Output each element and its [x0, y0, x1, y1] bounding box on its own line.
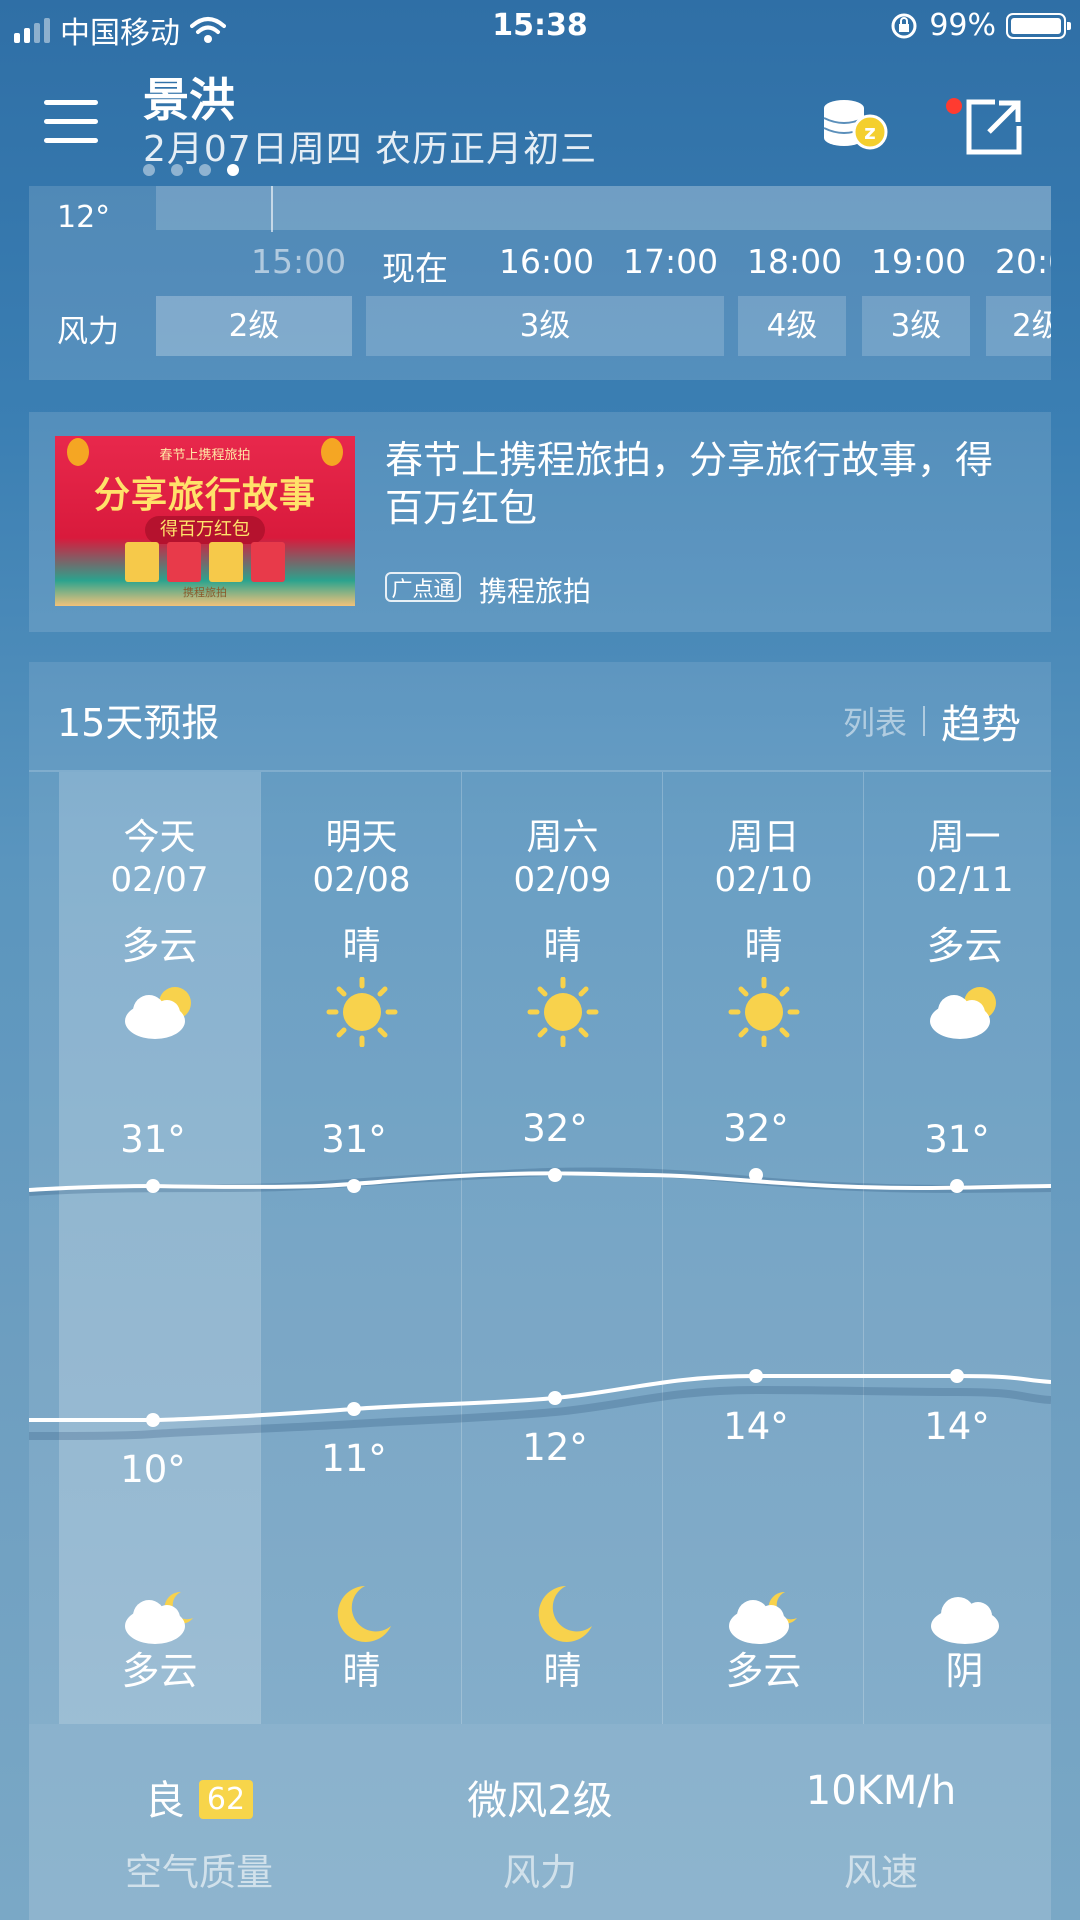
wind-speed-value: 10KM/h — [805, 1768, 957, 1814]
menu-button[interactable] — [44, 100, 98, 144]
weather-stats: 良 62 空气质量 微风2级 风力 10KM/h 风速 — [29, 1724, 1051, 1920]
svg-text:z: z — [864, 120, 876, 144]
red-envelope-icon — [251, 542, 285, 582]
ad-image-caption: 春节上携程旅拍 — [159, 448, 251, 463]
low-temp-point — [749, 1369, 763, 1383]
ad-source: 携程旅拍 — [479, 575, 592, 608]
ad-badge: 广点通 — [385, 572, 461, 602]
hourly-time: 19:00 — [871, 242, 967, 281]
low-temp-label: 10° — [120, 1448, 186, 1491]
wind-segment: 2级 — [986, 296, 1051, 356]
high-temp-label: 31° — [120, 1118, 186, 1161]
wind-segment: 2级 — [156, 296, 352, 356]
ad-image[interactable]: 春节上携程旅拍 分享旅行故事 得百万红包 携程旅拍 — [55, 436, 355, 606]
low-temp-point — [548, 1391, 562, 1405]
hourly-temp-label: 12° — [57, 200, 111, 235]
wind-value: 微风2级 — [467, 1778, 613, 1824]
wind-segment: 3级 — [366, 296, 724, 356]
battery-percent: 99% — [929, 8, 996, 43]
header: 景洪 2月07日周四 农历正月初三 z — [0, 56, 1080, 186]
air-quality-label: 空气质量 — [125, 1851, 273, 1894]
low-temp-label: 14° — [723, 1405, 789, 1448]
low-temp-point — [950, 1369, 964, 1383]
wind-label: 风力 — [57, 314, 119, 350]
wind-label: 风力 — [503, 1851, 577, 1894]
ad-banner[interactable]: 春节上携程旅拍 分享旅行故事 得百万红包 携程旅拍 春节上携程旅拍，分享旅行故事… — [29, 412, 1051, 632]
high-temp-point — [950, 1179, 964, 1193]
hourly-time: 18:00 — [747, 242, 843, 281]
low-temp-point — [347, 1402, 361, 1416]
air-quality-level: 良 — [144, 1778, 185, 1824]
low-temp-label: 14° — [924, 1405, 990, 1448]
high-temp-label: 32° — [522, 1107, 588, 1150]
page-dot — [199, 164, 211, 176]
high-temp-point — [146, 1179, 160, 1193]
high-temp-point — [347, 1179, 361, 1193]
high-temp-point — [548, 1168, 562, 1182]
ad-image-brand: 携程旅拍 — [183, 586, 227, 599]
low-temp-label: 12° — [522, 1426, 588, 1469]
high-temp-label: 32° — [723, 1107, 789, 1150]
notification-dot — [946, 98, 962, 114]
air-quality-value: 良 62 — [29, 1768, 369, 1826]
high-temp-point — [749, 1168, 763, 1182]
high-temp-label: 31° — [321, 1118, 387, 1161]
ad-image-subline: 得百万红包 — [145, 516, 265, 544]
low-temp-point — [146, 1413, 160, 1427]
hourly-time: 17:00 — [623, 242, 719, 281]
page-dot — [143, 164, 155, 176]
hourly-time: 15:00 — [251, 242, 347, 281]
ad-text[interactable]: 春节上携程旅拍，分享旅行故事，得百万红包 — [385, 436, 1025, 532]
aqi-badge: 62 — [198, 1779, 254, 1819]
wind-segment: 4级 — [738, 296, 846, 356]
red-envelope-icon — [125, 542, 159, 582]
hourly-time: 20:0 — [995, 242, 1051, 281]
hourly-time: 16:00 — [499, 242, 595, 281]
red-envelope-icon — [167, 542, 201, 582]
hourly-time: 现在 — [382, 249, 448, 288]
page-indicator — [143, 164, 239, 176]
high-temp-label: 31° — [924, 1118, 990, 1161]
ad-image-headline: 分享旅行故事 — [93, 475, 316, 516]
status-right: 99% — [889, 8, 1071, 43]
wind-speed-label: 风速 — [844, 1851, 918, 1894]
forecast-card: 15天预报 列表 趋势 今天 02/07 多云 多云 明天 02/08 晴 晴 … — [29, 662, 1051, 1920]
hourly-temp-bar — [156, 186, 1051, 230]
wind-segment: 3级 — [862, 296, 970, 356]
hourly-forecast-card[interactable]: 12° 15:00 现在 16:00 17:00 18:00 19:00 20:… — [29, 186, 1051, 380]
hourly-now-marker — [271, 186, 273, 232]
low-temp-label: 11° — [321, 1437, 387, 1480]
battery-icon — [1006, 12, 1071, 39]
red-envelope-icon — [209, 542, 243, 582]
status-bar: 中国移动 15:38 99% — [0, 0, 1080, 56]
rotation-lock-icon — [891, 13, 917, 38]
page-dot-active — [227, 164, 239, 176]
coin-icon[interactable]: z — [820, 96, 890, 152]
page-dot — [171, 164, 183, 176]
share-icon[interactable] — [965, 98, 1023, 156]
